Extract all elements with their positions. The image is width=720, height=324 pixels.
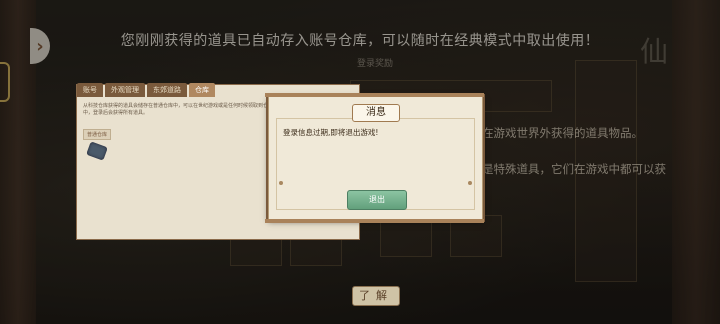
exit-button[interactable]: 退出 — [347, 190, 407, 210]
tab-road[interactable]: 东郊道路 — [147, 83, 187, 97]
warehouse-section-label: 普通仓库 — [83, 129, 112, 140]
corner-ornament — [279, 181, 283, 185]
warehouse-tabs: 账号 外观管理 东郊道路 仓库 — [77, 83, 215, 97]
dialog-title: 消息 — [352, 104, 400, 122]
dialog-message: 登录信息过期,即将退出游戏! — [283, 128, 379, 137]
corner-ornament — [468, 181, 472, 185]
dialog-top-bar — [265, 93, 484, 97]
tab-account[interactable]: 账号 — [77, 83, 103, 97]
learn-more-button[interactable]: 了解 — [352, 286, 400, 306]
message-dialog: 消息 登录信息过期,即将退出游戏! 退出 — [265, 93, 484, 223]
tab-warehouse[interactable]: 仓库 — [189, 83, 215, 97]
ore-item-icon[interactable] — [85, 141, 109, 161]
dialog-bottom-bar — [265, 219, 484, 223]
tab-appearance[interactable]: 外观管理 — [105, 83, 145, 97]
